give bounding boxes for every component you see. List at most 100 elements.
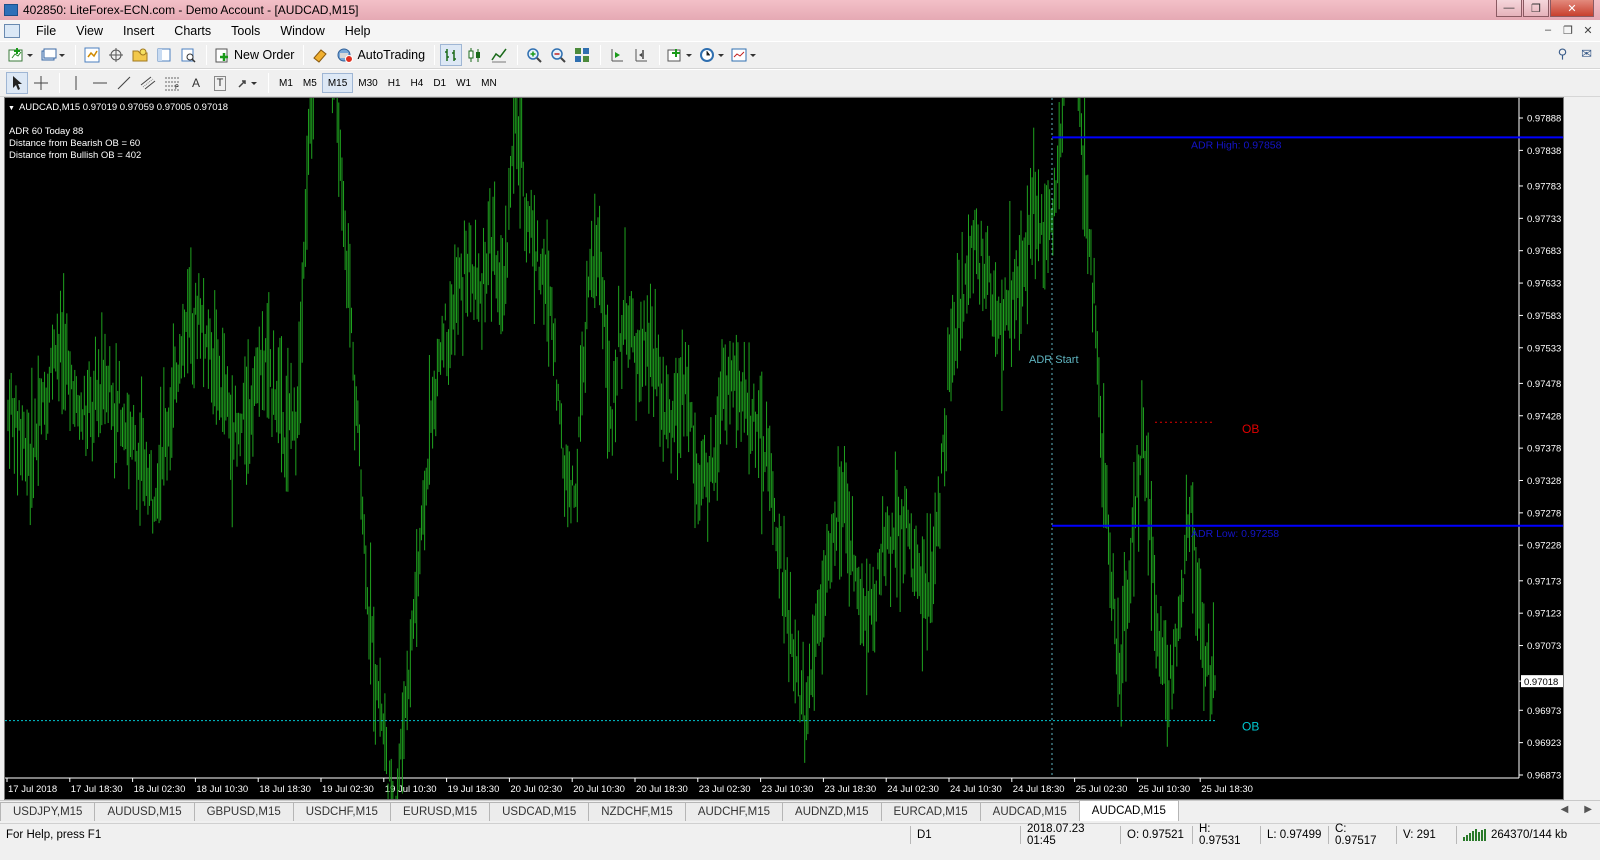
market-watch-button[interactable]	[81, 44, 103, 66]
vertical-line-button[interactable]	[65, 72, 87, 94]
arrows-icon	[238, 80, 257, 88]
data-window-button[interactable]	[105, 44, 127, 66]
status-help: For Help, press F1	[6, 829, 102, 841]
menu-view[interactable]: View	[66, 24, 113, 38]
adr-low-label: ADR Low: 0.97258	[1191, 528, 1279, 540]
timeframe-m30[interactable]: M30	[353, 73, 382, 93]
tab-gbpusd[interactable]: GBPUSD,M15	[193, 802, 294, 821]
chat-icon[interactable]: ✉	[1581, 46, 1592, 62]
close-icon[interactable]: ✕	[1550, 0, 1594, 17]
menu-tools[interactable]: Tools	[221, 24, 270, 38]
timeframe-h4[interactable]: H4	[406, 73, 429, 93]
horizontal-line-button[interactable]	[89, 72, 111, 94]
fibonacci-button[interactable]: F	[161, 72, 183, 94]
periods-button[interactable]	[697, 44, 727, 66]
autotrading-icon	[337, 48, 354, 63]
price-tick-label: 0.97378	[1527, 444, 1561, 455]
window-title: 402850: LiteForex-ECN.com - Demo Account…	[23, 3, 359, 17]
time-tick-label: 23 Jul 18:30	[824, 784, 876, 795]
strategy-tester-button[interactable]	[177, 44, 199, 66]
tab-audusd[interactable]: AUDUSD,M15	[94, 802, 195, 821]
bar-chart-icon	[445, 49, 457, 61]
time-tick-label: 18 Jul 02:30	[134, 784, 186, 795]
minimize-icon[interactable]: —	[1496, 0, 1522, 17]
text-label-button[interactable]: T	[209, 72, 231, 94]
crosshair-window-icon	[109, 48, 123, 62]
new-chart-button[interactable]	[6, 44, 36, 66]
menu-window[interactable]: Window	[270, 24, 334, 38]
timeframe-w1[interactable]: W1	[451, 73, 476, 93]
tab-usdchf[interactable]: USDCHF,M15	[292, 802, 391, 821]
terminal-button[interactable]	[153, 44, 175, 66]
navigator-button[interactable]	[129, 44, 151, 66]
timeframe-m15[interactable]: M15	[321, 73, 354, 93]
arrows-button[interactable]	[233, 72, 261, 94]
zoom-out-button[interactable]	[547, 44, 569, 66]
adr-info-panel: ADR 60 Today 88 Distance from Bearish OB…	[9, 126, 141, 162]
scroll-left-icon[interactable]: ◀	[1561, 804, 1569, 815]
timeframe-m5[interactable]: M5	[298, 73, 322, 93]
restore-icon[interactable]: ❐	[1523, 0, 1549, 17]
trendline-button[interactable]	[113, 72, 135, 94]
indicators-button[interactable]	[665, 44, 695, 66]
chart-canvas[interactable]: 0.97888 0.97838 0.97783 0.97733 0.97683 0.976…	[5, 98, 1564, 800]
tab-eurcad[interactable]: EURCAD,M15	[880, 802, 981, 821]
tab-audcad-active[interactable]: AUDCAD,M15	[1078, 800, 1179, 821]
menu-charts[interactable]: Charts	[164, 24, 221, 38]
bearish-ob-label: OB	[1242, 422, 1259, 436]
candlestick-button[interactable]	[464, 44, 486, 66]
metaeditor-button[interactable]	[309, 44, 331, 66]
zoom-in-button[interactable]	[523, 44, 545, 66]
timeframe-d1[interactable]: D1	[428, 73, 451, 93]
profiles-button[interactable]	[38, 44, 68, 66]
equidistant-channel-button[interactable]	[137, 72, 159, 94]
toolbar-separator	[206, 45, 207, 65]
price-chart[interactable]: 0.97888 0.97838 0.97783 0.97733 0.97683 0.976…	[4, 97, 1564, 800]
line-chart-button[interactable]	[488, 44, 510, 66]
new-order-button[interactable]: New Order	[212, 44, 296, 66]
tab-nzdchf[interactable]: NZDCHF,M15	[588, 802, 686, 821]
price-tick-label: 0.97683	[1527, 246, 1561, 257]
scroll-right-icon[interactable]: ▶	[1584, 804, 1592, 815]
chart-document-icon[interactable]	[4, 23, 20, 38]
menu-insert[interactable]: Insert	[113, 24, 164, 38]
tile-windows-button[interactable]	[571, 44, 593, 66]
chart-shift-icon	[635, 49, 648, 62]
text-label-tool-label: T	[213, 75, 227, 91]
crosshair-button[interactable]	[30, 72, 52, 94]
menu-help[interactable]: Help	[335, 24, 381, 38]
timeframe-mn[interactable]: MN	[476, 73, 502, 93]
bullish-ob-distance-text: Distance from Bullish OB = 402	[9, 150, 142, 161]
mdi-close-icon[interactable]: ✕	[1580, 22, 1596, 38]
menu-file[interactable]: File	[26, 24, 66, 38]
auto-scroll-button[interactable]	[606, 44, 628, 66]
timeframe-m1[interactable]: M1	[274, 73, 298, 93]
chart-shift-button[interactable]	[630, 44, 652, 66]
autotrading-button[interactable]: AutoTrading	[333, 44, 427, 66]
tab-audcad[interactable]: AUDCAD,M15	[979, 802, 1080, 821]
status-volume: V: 291	[1396, 826, 1456, 844]
status-traffic[interactable]: 264370/144 kb	[1456, 826, 1600, 844]
tab-eurusd[interactable]: EURUSD,M15	[389, 802, 491, 821]
mdi-restore-icon[interactable]: ❐	[1560, 22, 1576, 38]
bar-chart-button[interactable]	[440, 44, 463, 66]
search-icon[interactable]: ⚲	[1558, 46, 1568, 62]
time-tick-label: 25 Jul 18:30	[1201, 784, 1253, 795]
collapse-triangle-icon[interactable]: ▼	[8, 105, 15, 112]
templates-button[interactable]	[729, 44, 759, 66]
time-tick-label: 24 Jul 10:30	[950, 784, 1002, 795]
tab-usdcad[interactable]: USDCAD,M15	[489, 802, 590, 821]
time-tick-label: 25 Jul 10:30	[1138, 784, 1190, 795]
timeframe-h1[interactable]: H1	[383, 73, 406, 93]
text-tool-button[interactable]: A	[185, 72, 207, 94]
app-icon	[4, 4, 18, 16]
mdi-minimize-icon[interactable]: –	[1540, 22, 1556, 38]
adr-start-label: ADR Start	[1029, 354, 1079, 366]
cursor-button[interactable]	[6, 72, 28, 94]
tab-audnzd[interactable]: AUDNZD,M15	[782, 802, 882, 821]
tab-usdjpy[interactable]: USDJPY,M15	[0, 802, 96, 821]
price-tick-label: 0.97533	[1527, 343, 1561, 354]
toolbar-separator	[59, 73, 60, 93]
bullish-ob-label: OB	[1242, 720, 1259, 734]
tab-audchf[interactable]: AUDCHF,M15	[684, 802, 784, 821]
